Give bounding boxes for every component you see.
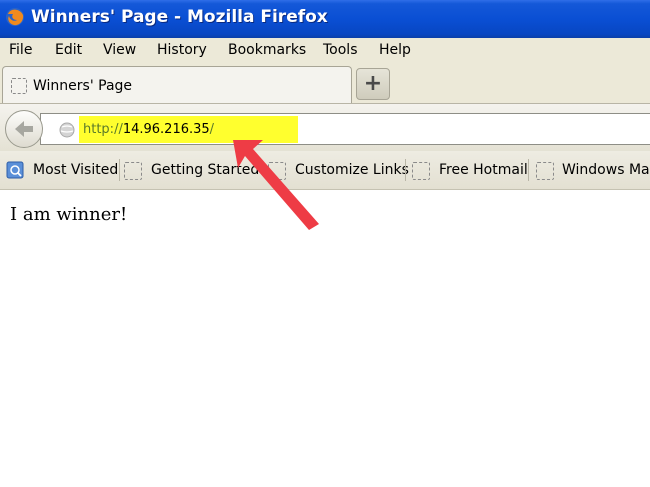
menu-help[interactable]: Help (379, 42, 411, 58)
url-path: / (209, 122, 215, 137)
page-favicon-icon (11, 78, 27, 94)
favicon-placeholder-icon (536, 162, 554, 180)
tab-strip: Winners' Page + (0, 64, 650, 103)
menu-bookmarks[interactable]: Bookmarks (228, 42, 306, 58)
new-tab-button[interactable]: + (356, 68, 390, 100)
bookmark-label: Windows Marketplace (562, 162, 650, 178)
url-host: 14.96.216.35 (122, 122, 210, 137)
firefox-icon (6, 8, 24, 26)
bookmark-getting-started[interactable]: Getting Started (124, 151, 259, 189)
smart-bookmark-icon (6, 161, 24, 179)
favicon-placeholder-icon (124, 162, 142, 180)
bookmark-label: Getting Started (151, 162, 260, 178)
menu-view[interactable]: View (103, 42, 136, 58)
menu-file[interactable]: File (9, 42, 32, 58)
page-body-text: I am winner! (10, 204, 128, 225)
menu-edit[interactable]: Edit (55, 42, 82, 58)
navigation-toolbar: http://14.96.216.35/ (0, 103, 650, 152)
bookmark-label: Customize Links (295, 162, 409, 178)
tab-winners-page[interactable]: Winners' Page (2, 66, 352, 103)
bookmark-customize-links[interactable]: Customize Links (268, 151, 409, 189)
bookmarks-toolbar: Most Visited Getting Started Customize L… (0, 151, 650, 190)
menu-history[interactable]: History (157, 42, 207, 58)
window-title: Winners' Page - Mozilla Firefox (31, 7, 328, 27)
bookmark-label: Free Hotmail (439, 162, 528, 178)
page-content-area: I am winner! (0, 190, 650, 487)
bookmark-separator (119, 159, 120, 181)
back-arrow-icon (15, 121, 33, 137)
bookmark-windows-marketplace[interactable]: Windows Marketplace (536, 151, 650, 189)
url-scheme: http:// (83, 122, 123, 137)
menu-tools[interactable]: Tools (323, 42, 358, 58)
url-bar[interactable]: http://14.96.216.35/ (40, 113, 650, 145)
favicon-placeholder-icon (268, 162, 286, 180)
menu-bar: File Edit View History Bookmarks Tools H… (0, 38, 650, 65)
bookmark-most-visited[interactable]: Most Visited (4, 151, 119, 189)
tab-label: Winners' Page (33, 78, 133, 94)
url-text[interactable]: http://14.96.216.35/ (83, 122, 214, 137)
back-button[interactable] (5, 110, 43, 148)
bookmark-label: Most Visited (33, 162, 119, 178)
bookmark-free-hotmail[interactable]: Free Hotmail (412, 151, 530, 189)
window-titlebar: Winners' Page - Mozilla Firefox (0, 0, 650, 38)
site-identity-globe-icon (59, 122, 75, 138)
favicon-placeholder-icon (412, 162, 430, 180)
bookmark-separator (405, 159, 406, 181)
bookmark-separator (528, 159, 529, 181)
plus-icon: + (363, 71, 383, 96)
